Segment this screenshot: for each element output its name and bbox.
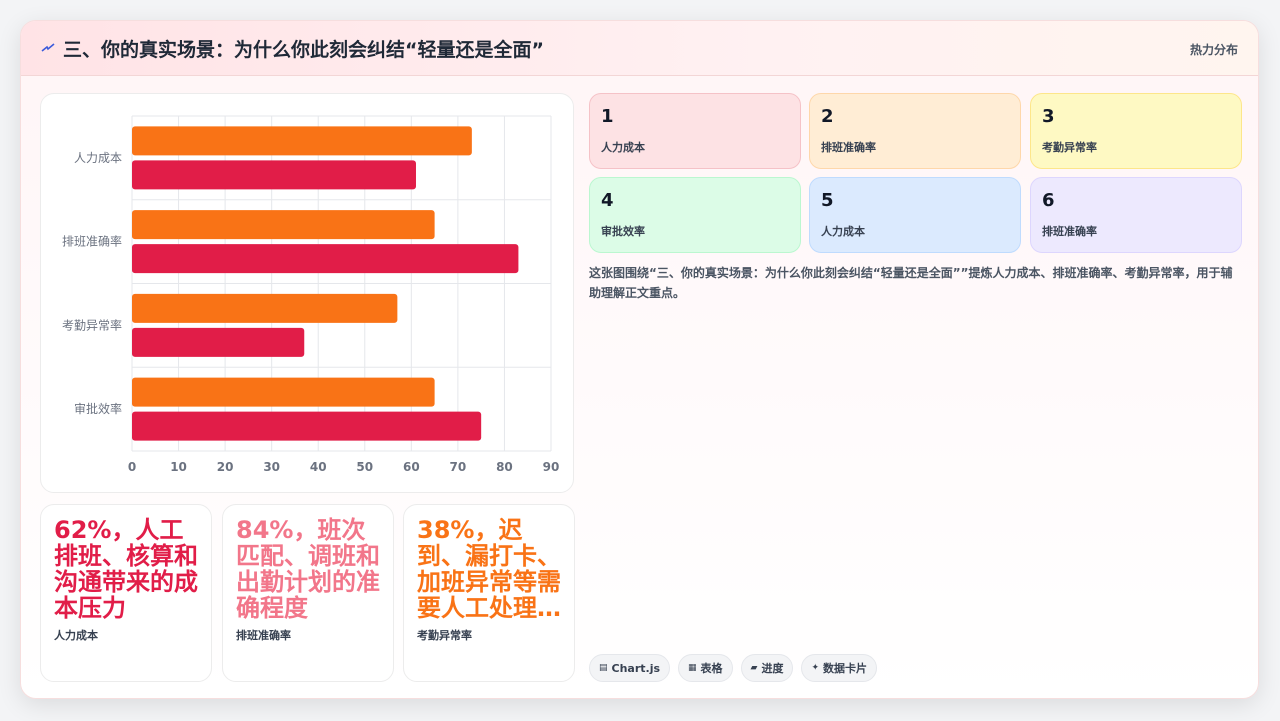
bar-排班准确率-1 <box>132 244 519 274</box>
y-tick-label: 排班准确率 <box>62 234 122 249</box>
stat-card-schedule-accuracy: 84%，班次匹配、调班和出勤计划的准确程度 排班准确率 <box>222 504 394 682</box>
x-tick-label: 40 <box>310 460 327 474</box>
y-tick-label: 审批效率 <box>74 401 122 416</box>
section-header: 三、你的真实场景：为什么你此刻会纠结“轻量还是全面” 热力分布 <box>21 21 1258 76</box>
bar-考勤异常率-1 <box>132 327 305 357</box>
metric-tile-3[interactable]: 3 考勤异常率 <box>1030 93 1242 169</box>
bar-chart-panel: 人力成本排班准确率考勤异常率审批效率 0 10 20 30 40 50 60 70 80 90 <box>40 93 574 493</box>
chip-table[interactable]: ▦ 表格 <box>678 654 733 682</box>
y-tick-label: 考勤异常率 <box>62 317 122 332</box>
stat-label: 考勤异常率 <box>417 629 472 642</box>
x-tick-label: 10 <box>170 460 187 474</box>
tile-number: 3 <box>1042 106 1055 127</box>
section-title: 三、你的真实场景：为什么你此刻会纠结“轻量还是全面” <box>63 39 544 61</box>
tile-label: 审批效率 <box>601 225 645 238</box>
chip-label: 表格 <box>700 662 723 675</box>
tile-label: 排班准确率 <box>1042 225 1097 238</box>
chip-data-card[interactable]: ✦ 数据卡片 <box>801 654 878 682</box>
bar-考勤异常率-0 <box>132 293 398 323</box>
tile-label: 人力成本 <box>601 141 645 154</box>
progress-icon: ▰ <box>750 663 758 673</box>
x-tick-label: 30 <box>263 460 280 474</box>
section-card: 三、你的真实场景：为什么你此刻会纠结“轻量还是全面” 热力分布 人力成本排班准确… <box>20 20 1259 699</box>
tile-number: 6 <box>1042 190 1055 211</box>
stat-headline: 84%，班次匹配、调班和出勤计划的准确程度 <box>236 516 380 622</box>
x-tick-label: 60 <box>403 460 420 474</box>
y-tick-label: 人力成本 <box>74 151 122 165</box>
bar-chart: 人力成本排班准确率考勤异常率审批效率 0 10 20 30 40 50 60 70 80 90 <box>62 115 560 474</box>
bar-审批效率-1 <box>132 411 482 441</box>
chart-description: 这张图围绕“三、你的真实场景：为什么你此刻会纠结“轻量还是全面””提炼人力成本、… <box>589 266 1233 300</box>
x-tick-label: 80 <box>496 460 513 474</box>
chart-icon: ▤ <box>599 663 608 673</box>
stat-headline: 62%，人工排班、核算和沟通带来的成本压力 <box>54 516 198 622</box>
stat-headline: 38%，迟到、漏打卡、加班异常等需要人工处理… <box>417 516 561 622</box>
x-tick-label: 70 <box>450 460 467 474</box>
stat-card-attendance-anomaly: 38%，迟到、漏打卡、加班异常等需要人工处理… 考勤异常率 <box>403 504 575 682</box>
tile-number: 1 <box>601 106 614 127</box>
bar-排班准确率-0 <box>132 210 435 240</box>
x-tick-label: 20 <box>217 460 234 474</box>
chip-label: 数据卡片 <box>823 662 868 675</box>
x-tick-label: 90 <box>543 460 560 474</box>
chip-chartjs[interactable]: ▤ Chart.js <box>589 654 671 682</box>
stat-label: 排班准确率 <box>236 629 291 642</box>
tile-number: 5 <box>821 190 834 211</box>
tile-number: 4 <box>601 190 614 211</box>
stat-card-labor-cost: 62%，人工排班、核算和沟通带来的成本压力 人力成本 <box>40 504 212 682</box>
chip-progress[interactable]: ▰ 进度 <box>740 654 794 682</box>
chip-label: Chart.js <box>611 661 661 675</box>
bar-人力成本-1 <box>132 160 416 190</box>
metric-tile-4[interactable]: 4 审批效率 <box>589 177 801 253</box>
table-icon: ▦ <box>688 663 697 673</box>
metric-tile-2[interactable]: 2 排班准确率 <box>809 93 1021 169</box>
tile-label: 人力成本 <box>821 225 865 238</box>
chip-label: 进度 <box>761 662 784 675</box>
tile-label: 排班准确率 <box>821 141 876 154</box>
tool-chip-row: ▤ Chart.js ▦ 表格 ▰ 进度 ✦ 数据卡片 <box>589 654 878 682</box>
heatmap-tag[interactable]: 热力分布 <box>1190 41 1238 58</box>
metric-tile-5[interactable]: 5 人力成本 <box>809 177 1021 253</box>
stat-label: 人力成本 <box>54 629 98 642</box>
bar-人力成本-0 <box>132 126 472 156</box>
sparkle-icon: ✦ <box>811 663 820 673</box>
x-tick-label: 0 <box>128 460 136 474</box>
tile-number: 2 <box>821 106 834 127</box>
tile-label: 考勤异常率 <box>1042 141 1097 154</box>
x-tick-label: 50 <box>356 460 373 474</box>
lightning-icon <box>41 43 55 52</box>
bar-审批效率-0 <box>132 377 435 407</box>
metric-tile-1[interactable]: 1 人力成本 <box>589 93 801 169</box>
metric-tile-6[interactable]: 6 排班准确率 <box>1030 177 1242 253</box>
